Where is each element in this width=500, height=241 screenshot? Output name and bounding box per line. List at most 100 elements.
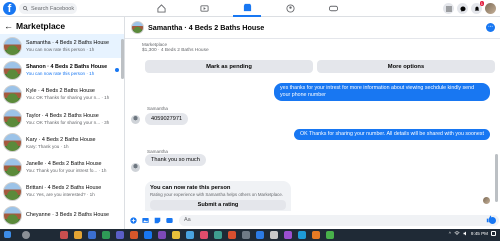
os-taskbar: ^ 9:45 PM (0, 229, 500, 241)
listing-price: $1,300 · 4 Beds 2 Baths House (142, 48, 209, 53)
conversation-name: Kary · 4 Beds 2 Baths House (26, 136, 96, 143)
notification-badge: 1 (479, 1, 484, 6)
app-icon[interactable] (102, 231, 110, 239)
conversation-item[interactable]: Samantha · 4 Beds 2 Baths House You can … (0, 34, 124, 59)
outgoing-message: yes thanks for your intrest for more inf… (274, 83, 490, 101)
add-button[interactable] (129, 216, 138, 225)
app-icon[interactable] (270, 231, 278, 239)
app-icon[interactable] (284, 231, 292, 239)
nav-marketplace[interactable] (233, 0, 261, 17)
thumbs-up-icon (486, 215, 494, 223)
search-placeholder: Search Facebook (31, 5, 75, 12)
listing-thumbnail (3, 60, 22, 80)
search-taskbar-icon[interactable] (22, 231, 30, 239)
app-icon[interactable] (172, 231, 180, 239)
notifications-button[interactable]: 1 (471, 1, 484, 14)
gif-button[interactable] (165, 216, 174, 225)
incoming-message: Thank you so much (145, 154, 206, 166)
conversation-preview: You: OK Thanks for sharing your n... · 3… (26, 119, 110, 125)
conversation-name: Shanon · 4 Beds 2 Baths House (26, 64, 108, 71)
photo-button[interactable] (141, 216, 150, 225)
app-icon[interactable] (298, 231, 306, 239)
conversation-item[interactable]: Kyle · 4 Beds 2 Baths House You: OK Than… (0, 82, 124, 106)
message-composer: Aa (125, 211, 500, 229)
incoming-message: 4059027971 (145, 113, 189, 125)
app-icon[interactable] (88, 231, 96, 239)
profile-avatar[interactable] (485, 3, 496, 14)
nav-home[interactable] (147, 0, 175, 17)
app-icon[interactable] (186, 231, 194, 239)
app-icon[interactable] (256, 231, 264, 239)
listing-label: Marketplace (142, 42, 168, 47)
messenger-icon (459, 5, 466, 12)
app-icon[interactable] (242, 231, 250, 239)
bell-icon (474, 6, 479, 11)
nav-watch[interactable] (190, 0, 218, 17)
sender-avatar (131, 163, 140, 172)
facebook-logo[interactable]: f (3, 2, 16, 15)
conversation-item[interactable]: Kary · 4 Beds 2 Baths House Kary: Thank … (0, 131, 124, 155)
app-icon[interactable] (200, 231, 208, 239)
conversation-item[interactable]: Cheyanne · 3 Beds 2 Baths House (0, 203, 124, 227)
marketplace-inbox-sidebar: ← Marketplace Samantha · 4 Beds 2 Baths … (0, 17, 125, 229)
listing-info[interactable]: Marketplace $1,300 · 4 Beds 2 Baths Hous… (142, 42, 209, 53)
listing-thumbnail (3, 205, 22, 225)
listing-thumbnail[interactable] (131, 21, 144, 34)
conversation-name: Taylor · 4 Beds 2 Baths House (26, 112, 99, 119)
like-button[interactable] (486, 215, 494, 225)
wifi-icon[interactable] (454, 231, 460, 236)
messenger-button[interactable] (457, 3, 468, 14)
conversation-name: Kyle · 4 Beds 2 Baths House (26, 88, 95, 95)
more-options-button[interactable]: More options (317, 60, 495, 73)
chat-scrollbar[interactable] (495, 154, 498, 202)
app-icon[interactable] (116, 231, 124, 239)
top-navigation-bar: f Search Facebook 1 (0, 0, 500, 17)
app-icon[interactable] (158, 231, 166, 239)
chat-info-button[interactable]: ⋯ (486, 23, 495, 32)
marketplace-icon (243, 3, 251, 12)
conversation-preview: You can now rate this person · 1h (26, 47, 95, 53)
sidebar-scrollbar[interactable] (121, 39, 124, 79)
search-input[interactable]: Search Facebook (19, 3, 77, 14)
notification-center-icon[interactable] (491, 231, 496, 236)
sidebar-header: ← Marketplace (0, 17, 124, 34)
nav-groups[interactable] (276, 0, 304, 17)
listing-thumbnail (3, 157, 22, 177)
submit-rating-button[interactable]: Submit a rating (150, 200, 286, 210)
app-icon[interactable] (312, 231, 320, 239)
app-icon[interactable] (228, 231, 236, 239)
chat-title[interactable]: Samantha · 4 Beds 2 Baths House (148, 23, 264, 32)
grid-menu-icon (445, 5, 452, 12)
listing-thumbnail (3, 181, 22, 201)
app-icon[interactable] (60, 231, 68, 239)
sticker-button[interactable] (153, 216, 162, 225)
sender-name: Samantha (147, 106, 168, 111)
conversation-preview: You: Yes, are you interested? · 1h (26, 192, 95, 198)
conversation-item[interactable]: Shanon · 4 Beds 2 Baths House You can no… (0, 58, 124, 82)
top-right-actions: 1 (443, 1, 496, 14)
sidebar-title: Marketplace (16, 20, 66, 31)
app-icon[interactable] (74, 231, 82, 239)
message-input[interactable]: Aa (179, 214, 499, 226)
conversation-name: Janelle · 4 Beds 2 Baths House (26, 161, 102, 168)
app-icon[interactable] (144, 231, 152, 239)
menu-button[interactable] (443, 3, 454, 14)
message-input-placeholder: Aa (184, 217, 191, 223)
mark-as-pending-button[interactable]: Mark as pending (145, 60, 313, 73)
back-arrow-icon[interactable]: ← (4, 21, 13, 31)
conversation-item[interactable]: Janelle · 4 Beds 2 Baths House You: Than… (0, 155, 124, 179)
chevron-up-icon[interactable]: ^ (449, 231, 451, 236)
nav-gaming[interactable] (319, 0, 347, 17)
app-icon[interactable] (214, 231, 222, 239)
conversation-item[interactable]: Taylor · 4 Beds 2 Baths House You: OK Th… (0, 107, 124, 131)
sender-avatar (131, 115, 140, 124)
listing-thumbnail (3, 109, 22, 129)
groups-icon (285, 4, 295, 13)
conversation-item[interactable]: Brittani · 4 Beds 2 Baths House You: Yes… (0, 179, 124, 203)
app-icon[interactable] (130, 231, 138, 239)
volume-icon[interactable] (463, 231, 468, 236)
clock-time[interactable]: 9:45 PM (471, 231, 488, 236)
windows-start-icon[interactable] (4, 231, 11, 238)
app-icon[interactable] (326, 231, 334, 239)
plus-circle-icon (130, 216, 137, 224)
